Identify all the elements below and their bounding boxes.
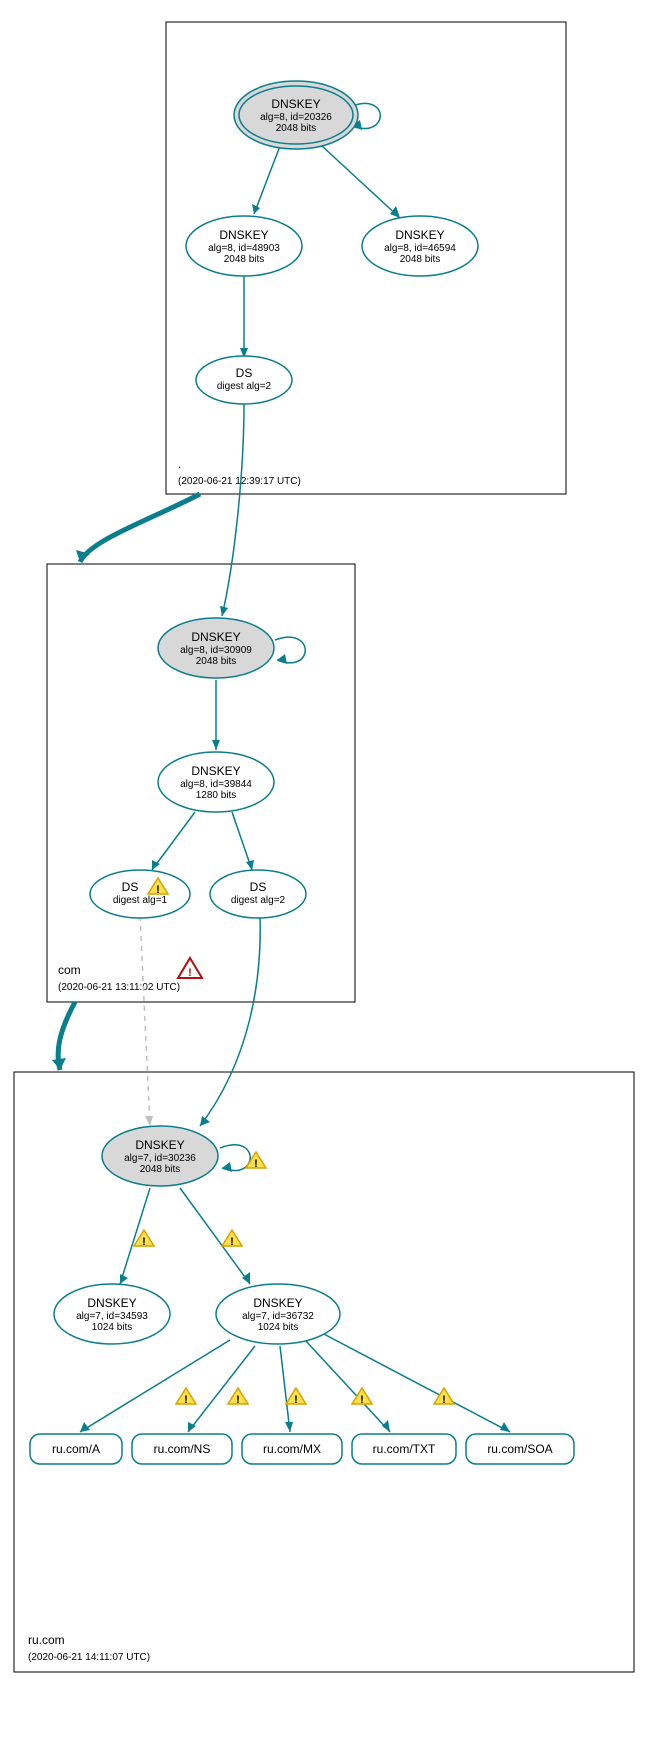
node-ru-zsk2: DNSKEY alg=7, id=36732 1024 bits (216, 1284, 340, 1344)
svg-text:DNSKEY: DNSKEY (191, 764, 240, 778)
svg-text:alg=8, id=30909: alg=8, id=30909 (180, 645, 252, 656)
warning-icon: ! (134, 1230, 154, 1248)
node-root-zsk1: DNSKEY alg=8, id=48903 2048 bits (186, 216, 302, 276)
svg-text:DNSKEY: DNSKEY (87, 1296, 136, 1310)
svg-text:1024 bits: 1024 bits (258, 1322, 299, 1333)
warning-icon: ! (352, 1388, 372, 1406)
svg-text:2048 bits: 2048 bits (196, 656, 237, 667)
edge-ru-ksk-zsk2 (180, 1188, 250, 1284)
svg-text:alg=8, id=20326: alg=8, id=20326 (260, 112, 332, 123)
zone-com-label: com (58, 963, 81, 977)
svg-text:!: ! (442, 1394, 446, 1406)
edge-com-ds1-ru-ksk (140, 916, 150, 1126)
edge-root-to-com-zone (80, 494, 200, 562)
svg-text:!: ! (360, 1394, 364, 1406)
svg-text:ru.com/A: ru.com/A (52, 1442, 100, 1456)
svg-text:DS: DS (122, 880, 139, 894)
edge-root-ksk-zsk2 (322, 146, 400, 218)
warning-icon: ! (286, 1388, 306, 1406)
node-com-ds1: DS digest alg=1 ! (90, 870, 190, 918)
svg-text:!: ! (230, 1236, 234, 1248)
svg-text:!: ! (236, 1394, 240, 1406)
node-ru-ksk: DNSKEY alg=7, id=30236 2048 bits (102, 1126, 218, 1186)
edge-ru-zsk2-soa (320, 1332, 510, 1432)
edge-root-ds-com-ksk (222, 404, 244, 616)
svg-text:alg=8, id=48903: alg=8, id=48903 (208, 243, 280, 254)
svg-text:DNSKEY: DNSKEY (191, 630, 240, 644)
svg-text:DNSKEY: DNSKEY (135, 1138, 184, 1152)
node-rr-a: ru.com/A (30, 1434, 122, 1464)
node-rr-txt: ru.com/TXT (352, 1434, 456, 1464)
svg-text:2048 bits: 2048 bits (224, 254, 265, 265)
zone-com-timestamp: (2020-06-21 13:11:02 UTC) (58, 982, 180, 993)
svg-text:DS: DS (236, 366, 253, 380)
svg-text:1024 bits: 1024 bits (92, 1322, 133, 1333)
svg-text:!: ! (294, 1394, 298, 1406)
svg-text:2048 bits: 2048 bits (276, 123, 317, 134)
svg-text:alg=8, id=39844: alg=8, id=39844 (180, 779, 252, 790)
edge-ru-zsk2-a (80, 1340, 230, 1432)
svg-text:alg=7, id=30236: alg=7, id=30236 (124, 1153, 196, 1164)
svg-text:!: ! (142, 1236, 146, 1248)
node-rr-mx: ru.com/MX (242, 1434, 342, 1464)
svg-text:ru.com/TXT: ru.com/TXT (373, 1442, 436, 1456)
node-root-ksk: DNSKEY alg=8, id=20326 2048 bits (234, 81, 358, 149)
svg-text:digest alg=2: digest alg=2 (231, 895, 286, 906)
node-root-ds: DS digest alg=2 (196, 356, 292, 404)
svg-text:ru.com/SOA: ru.com/SOA (487, 1442, 552, 1456)
warning-icon: ! (176, 1388, 196, 1406)
dnssec-diagram: . (2020-06-21 12:39:17 UTC) com (2020-06… (0, 0, 647, 1746)
svg-text:2048 bits: 2048 bits (400, 254, 441, 265)
svg-text:alg=8, id=46594: alg=8, id=46594 (384, 243, 456, 254)
zone-root-timestamp: (2020-06-21 12:39:17 UTC) (178, 476, 301, 487)
error-icon: ! (178, 958, 202, 979)
svg-text:DNSKEY: DNSKEY (271, 97, 320, 111)
edge-ru-zsk2-mx (280, 1346, 290, 1432)
warning-icon: ! (228, 1388, 248, 1406)
edge-root-ksk-zsk1 (254, 146, 280, 214)
svg-text:DNSKEY: DNSKEY (219, 228, 268, 242)
node-com-zsk: DNSKEY alg=8, id=39844 1280 bits (158, 752, 274, 812)
svg-text:!: ! (188, 967, 192, 979)
svg-text:ru.com/NS: ru.com/NS (154, 1442, 211, 1456)
zone-rucom-label: ru.com (28, 1633, 65, 1647)
warning-icon: ! (434, 1388, 454, 1406)
svg-text:!: ! (254, 1158, 258, 1170)
warning-icon: ! (246, 1152, 266, 1170)
svg-text:2048 bits: 2048 bits (140, 1164, 181, 1175)
node-rr-soa: ru.com/SOA (466, 1434, 574, 1464)
node-rr-ns: ru.com/NS (132, 1434, 232, 1464)
svg-text:!: ! (184, 1394, 188, 1406)
svg-text:1280 bits: 1280 bits (196, 790, 237, 801)
svg-text:DS: DS (250, 880, 267, 894)
node-ru-zsk1: DNSKEY alg=7, id=34593 1024 bits (54, 1284, 170, 1344)
svg-text:DNSKEY: DNSKEY (253, 1296, 302, 1310)
edge-com-zsk-ds1 (152, 812, 195, 870)
edge-com-ds2-ru-ksk (200, 916, 260, 1126)
svg-text:!: ! (156, 884, 160, 896)
edge-ru-zsk2-txt (305, 1340, 390, 1432)
node-root-zsk2: DNSKEY alg=8, id=46594 2048 bits (362, 216, 478, 276)
svg-text:DNSKEY: DNSKEY (395, 228, 444, 242)
svg-text:alg=7, id=34593: alg=7, id=34593 (76, 1311, 148, 1322)
node-com-ksk: DNSKEY alg=8, id=30909 2048 bits (158, 618, 274, 678)
zone-root-label: . (178, 457, 181, 471)
svg-text:digest alg=2: digest alg=2 (217, 381, 272, 392)
node-com-ds2: DS digest alg=2 (210, 870, 306, 918)
warning-icon: ! (222, 1230, 242, 1248)
svg-text:digest alg=1: digest alg=1 (113, 895, 168, 906)
svg-text:alg=7, id=36732: alg=7, id=36732 (242, 1311, 314, 1322)
zone-rucom-timestamp: (2020-06-21 14:11:07 UTC) (28, 1652, 150, 1663)
svg-text:ru.com/MX: ru.com/MX (263, 1442, 321, 1456)
